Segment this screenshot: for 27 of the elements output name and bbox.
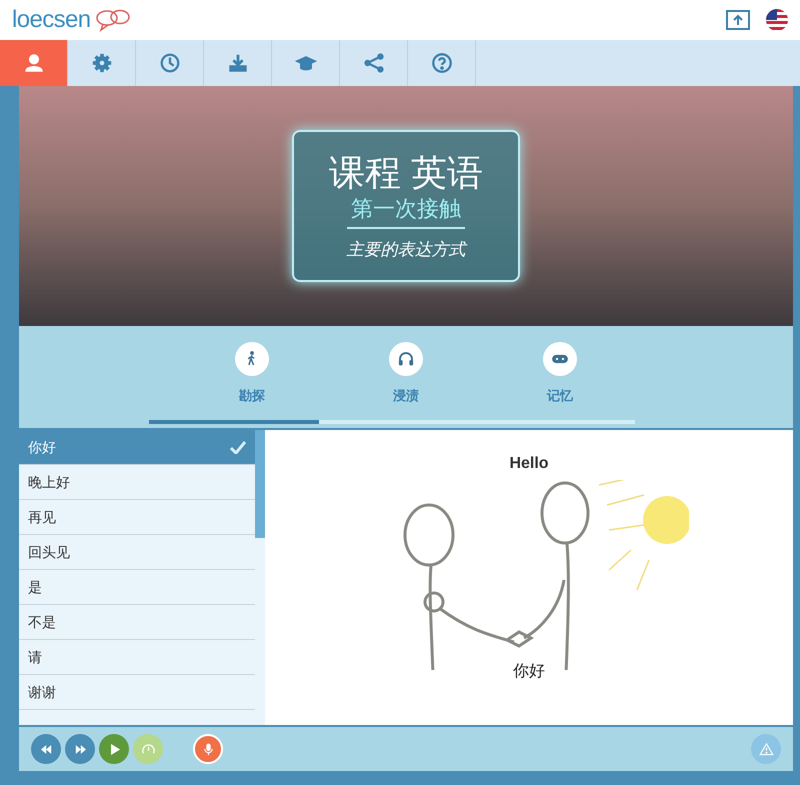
headphones-icon bbox=[397, 350, 415, 368]
check-icon bbox=[230, 440, 246, 454]
play-button[interactable] bbox=[99, 734, 129, 764]
nav-tab[interactable] bbox=[0, 40, 68, 86]
download-icon bbox=[226, 52, 248, 74]
gauge-icon bbox=[140, 742, 156, 756]
help-icon bbox=[430, 52, 452, 74]
scrollbar[interactable] bbox=[255, 430, 265, 538]
course-subtitle: 第一次接触 bbox=[347, 195, 465, 228]
logo-text: loecsen bbox=[12, 5, 91, 35]
clock-icon bbox=[158, 52, 180, 74]
course-title: 课程 英语 bbox=[328, 151, 483, 195]
phrase-title: Hello bbox=[509, 454, 549, 474]
upload-icon[interactable] bbox=[726, 10, 750, 30]
warning-icon bbox=[758, 742, 774, 756]
report-button[interactable] bbox=[751, 734, 781, 764]
share-icon bbox=[362, 52, 384, 74]
phrase-item[interactable]: 你好 bbox=[19, 430, 255, 465]
settings-icon bbox=[90, 52, 112, 74]
flag-icon[interactable] bbox=[766, 9, 788, 31]
forward-button[interactable] bbox=[65, 734, 95, 764]
speech-bubbles-icon bbox=[94, 8, 131, 32]
microphone-button[interactable] bbox=[193, 734, 223, 764]
phrase-caption: 你好 bbox=[513, 662, 545, 682]
rewind-button[interactable] bbox=[31, 734, 61, 764]
person-icon bbox=[22, 52, 44, 74]
course-caption: 主要的表达方式 bbox=[346, 238, 466, 260]
